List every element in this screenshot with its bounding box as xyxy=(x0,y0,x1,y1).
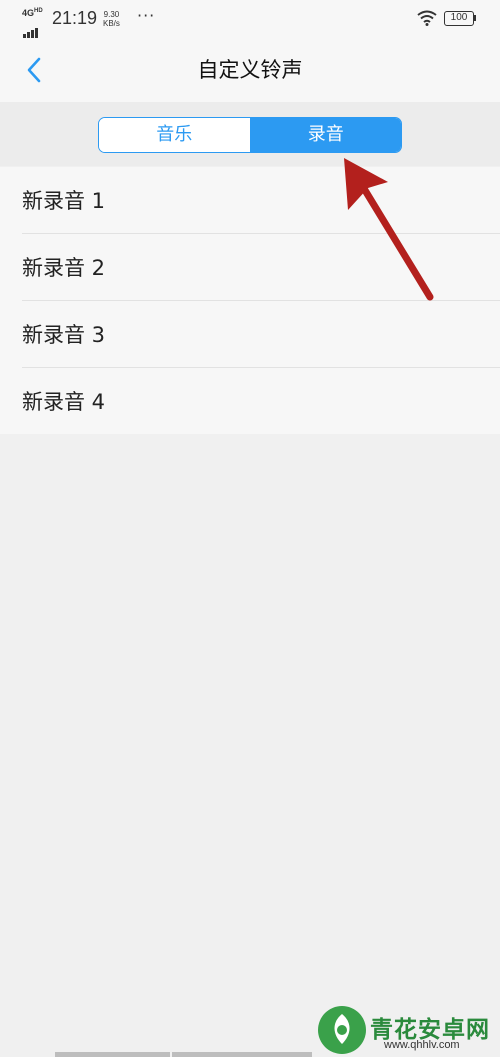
page-title: 自定义铃声 xyxy=(197,58,303,82)
signal-icon: 4GHD xyxy=(22,8,46,38)
status-bar: 4GHD 21:19 9.30 KB/s ··· 100 xyxy=(0,0,500,38)
list-item[interactable]: 新录音 3 xyxy=(0,301,500,367)
back-button[interactable] xyxy=(16,52,52,88)
network-type: 4G xyxy=(22,8,35,18)
battery-tip xyxy=(474,15,476,21)
recording-label: 新录音 4 xyxy=(22,390,106,414)
recording-label: 新录音 1 xyxy=(22,189,106,213)
bottom-bar-right xyxy=(172,1052,312,1057)
network-speed: 9.30 KB/s xyxy=(103,10,120,28)
watermark-url: www.qhhlv.com xyxy=(384,1039,460,1051)
speed-unit: KB/s xyxy=(103,19,120,28)
wifi-icon xyxy=(417,10,437,26)
recording-label: 新录音 3 xyxy=(22,323,106,347)
network-sup: HD xyxy=(34,8,43,14)
tab-music[interactable]: 音乐 xyxy=(99,118,251,152)
status-time: 21:19 xyxy=(52,8,98,28)
segmented-control: 音乐 录音 xyxy=(98,117,402,153)
tab-recording[interactable]: 录音 xyxy=(250,118,401,152)
app-header: 自定义铃声 xyxy=(0,38,500,102)
battery-icon: 100 xyxy=(444,11,474,26)
more-notifications-icon: ··· xyxy=(137,6,156,25)
watermark: 青花安卓网 www.qhhlv.com xyxy=(314,1002,500,1057)
list-item[interactable]: 新录音 4 xyxy=(0,368,500,434)
battery-level: 100 xyxy=(450,12,468,23)
bottom-bar-left xyxy=(55,1052,170,1057)
watermark-logo-icon xyxy=(318,1006,366,1054)
speed-value: 9.30 xyxy=(103,10,120,19)
annotation-arrow-icon xyxy=(344,158,434,301)
recording-label: 新录音 2 xyxy=(22,256,106,280)
chevron-left-icon xyxy=(27,57,41,83)
